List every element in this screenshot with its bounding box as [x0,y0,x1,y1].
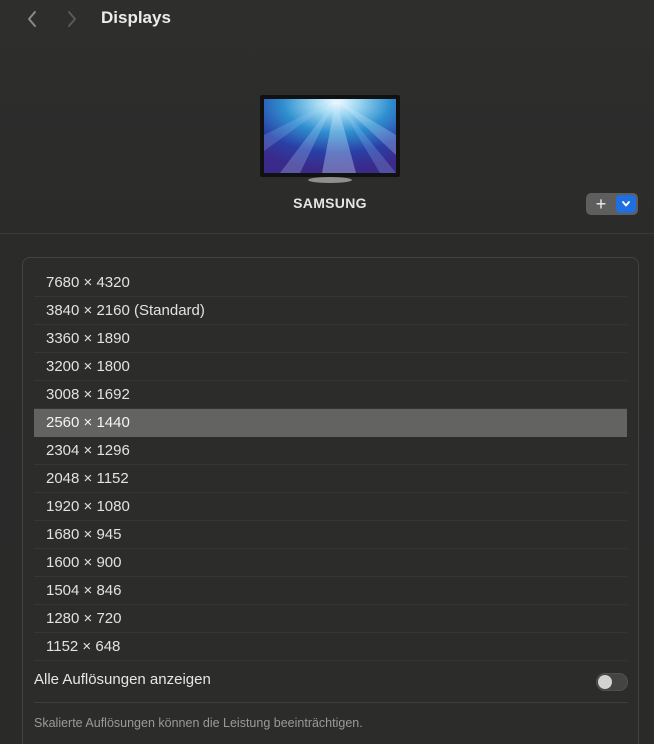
section-divider [0,233,654,234]
display-name: SAMSUNG [293,195,367,211]
resolution-option[interactable]: 2560 × 1440 [34,409,627,437]
panel-divider [34,702,628,703]
resolution-option[interactable]: 1504 × 846 [34,577,627,605]
resolution-list: 7680 × 4320 3840 × 2160 (Standard) 3360 × … [34,269,627,661]
resolution-option[interactable]: 1920 × 1080 [34,493,627,521]
chevron-right-icon [68,11,76,27]
resolution-option[interactable]: 1280 × 720 [34,605,627,633]
resolution-option[interactable]: 1680 × 945 [34,521,627,549]
show-all-resolutions-label: Alle Auflösungen anzeigen [34,671,211,688]
monitor-icon[interactable] [260,95,400,183]
resolution-option[interactable]: 3840 × 2160 (Standard) [34,297,627,325]
add-display-control[interactable]: + [586,193,638,215]
display-arrangement: SAMSUNG + [0,40,654,233]
toggle-knob [598,675,612,689]
add-menu-button[interactable] [616,195,636,213]
resolution-option[interactable]: 2304 × 1296 [34,437,627,465]
scaling-warning-text: Skalierte Auflösungen können die Leistun… [34,716,363,730]
chevron-down-icon [622,201,630,207]
resolution-option[interactable]: 1152 × 648 [34,633,627,661]
resolution-option[interactable]: 7680 × 4320 [34,269,627,297]
displays-settings-window: Displays SAMSUNG + 7680 × 4320 3840 × 21… [0,0,654,744]
toolbar: Displays [0,0,654,40]
resolution-option[interactable]: 3360 × 1890 [34,325,627,353]
forward-button[interactable] [62,8,82,30]
chevron-left-icon [28,11,36,27]
resolution-panel: 7680 × 4320 3840 × 2160 (Standard) 3360 × … [22,257,639,744]
add-button[interactable]: + [586,193,616,215]
show-all-resolutions-toggle[interactable] [596,673,628,691]
back-button[interactable] [22,8,42,30]
page-title: Displays [101,8,171,27]
resolution-option[interactable]: 3200 × 1800 [34,353,627,381]
resolution-option[interactable]: 2048 × 1152 [34,465,627,493]
resolution-option[interactable]: 3008 × 1692 [34,381,627,409]
resolution-option[interactable]: 1600 × 900 [34,549,627,577]
show-all-resolutions-row: Alle Auflösungen anzeigen [34,667,628,695]
